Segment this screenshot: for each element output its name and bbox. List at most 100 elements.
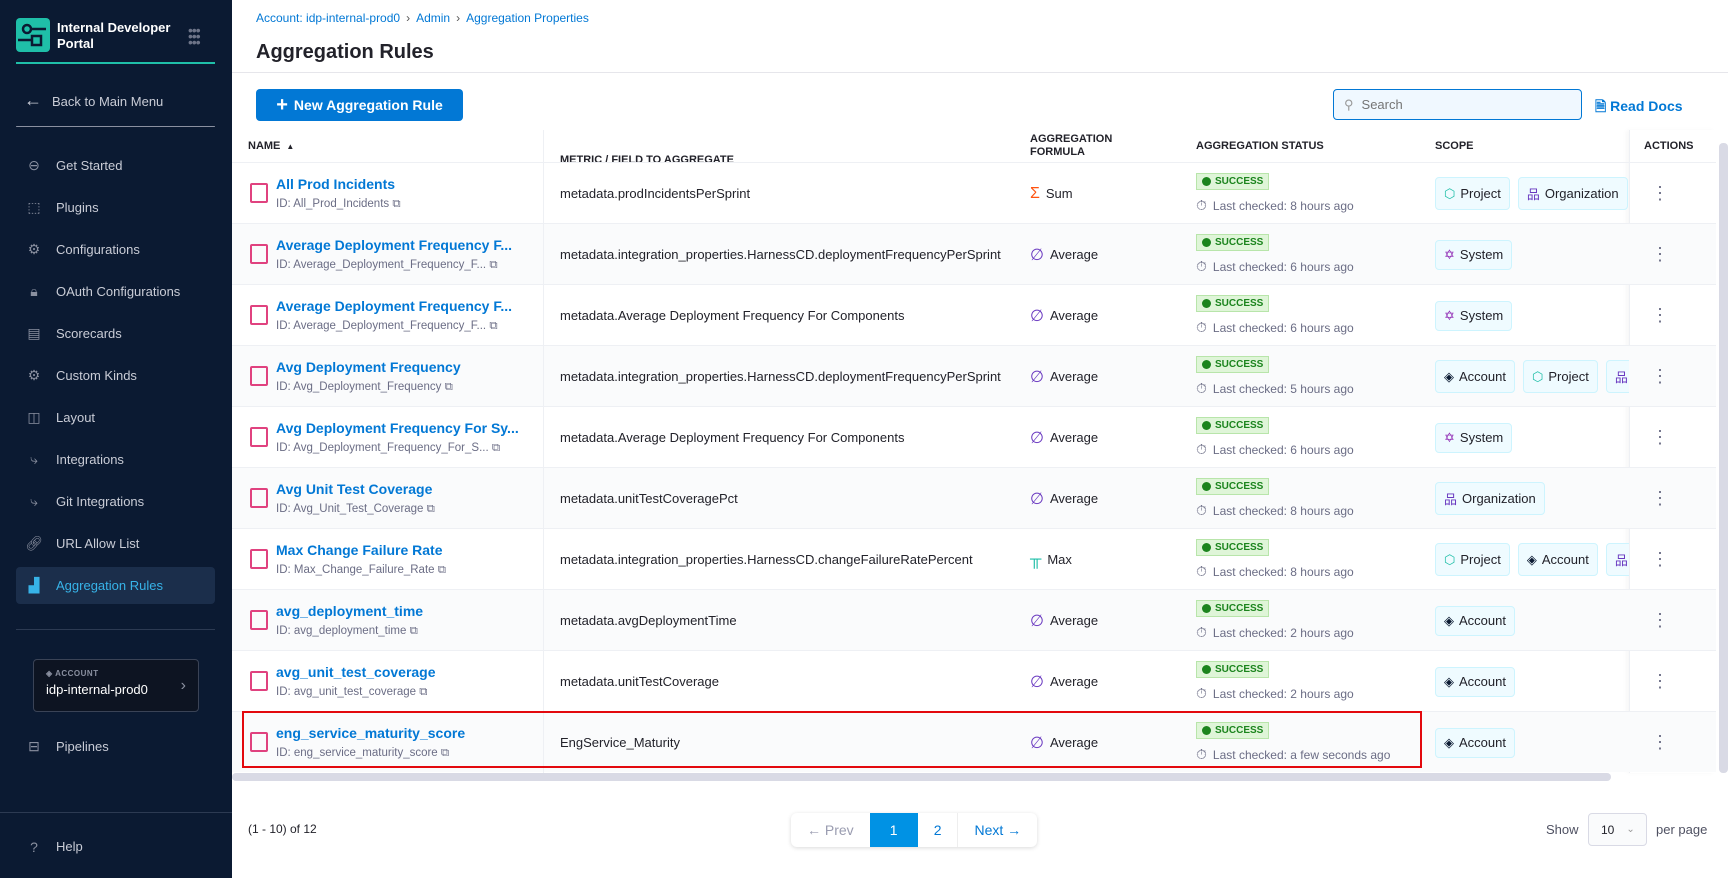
table-row[interactable]: avg_deployment_time ID: avg_deployment_ti… xyxy=(232,589,1716,651)
status-badge: SUCCESS xyxy=(1196,661,1270,678)
copy-icon[interactable]: ⧉ xyxy=(410,625,418,637)
rule-name-link[interactable]: Average Deployment Frequency F... xyxy=(276,237,536,253)
rule-name-link[interactable]: avg_unit_test_coverage xyxy=(276,664,536,680)
copy-icon[interactable]: ⧉ xyxy=(492,442,500,454)
more-actions-icon[interactable]: ⋮ xyxy=(1651,529,1669,590)
metric-field: metadata.unitTestCoverage xyxy=(560,674,719,689)
sidebar-item-configurations[interactable]: ⚙ Configurations xyxy=(16,231,215,268)
sidebar-item-layout[interactable]: ◫ Layout xyxy=(16,399,215,436)
prev-button[interactable]: ← Prev xyxy=(791,813,870,847)
page-1-button[interactable]: 1 xyxy=(869,813,918,847)
document-icon: 🗎 xyxy=(1595,98,1611,114)
more-actions-icon[interactable]: ⋮ xyxy=(1651,346,1669,407)
more-actions-icon[interactable]: ⋮ xyxy=(1651,407,1669,468)
rule-name-link[interactable]: Avg Deployment Frequency xyxy=(276,359,536,375)
copy-icon[interactable]: ⧉ xyxy=(438,564,446,576)
more-actions-icon[interactable]: ⋮ xyxy=(1651,468,1669,529)
more-actions-icon[interactable]: ⋮ xyxy=(1651,163,1669,224)
sidebar-item-aggregation-rules[interactable]: ▟ Aggregation Rules xyxy=(16,567,215,604)
sidebar-item-label: Scorecards xyxy=(56,326,122,341)
formula-label: Average xyxy=(1049,674,1099,689)
sidebar-item-plugins[interactable]: ⬚ Plugins xyxy=(16,189,215,226)
status-label: SUCCESS xyxy=(1215,481,1264,492)
search-input[interactable] xyxy=(1361,97,1562,112)
rule-id: ID: Max_Change_Failure_Rate xyxy=(276,564,435,576)
copy-icon[interactable]: ⧉ xyxy=(427,503,435,515)
back-to-main-menu[interactable]: ← Back to Main Menu xyxy=(24,90,163,111)
more-actions-icon[interactable]: ⋮ xyxy=(1651,651,1669,712)
pipelines-label: Pipelines xyxy=(56,739,109,754)
table-row[interactable]: avg_unit_test_coverage ID: avg_unit_test_… xyxy=(232,650,1716,712)
sidebar: Internal Developer Portal ••• ••• ••• ← Bac… xyxy=(0,0,232,878)
more-actions-icon[interactable]: ⋮ xyxy=(1651,285,1669,346)
status-label: SUCCESS xyxy=(1215,298,1264,309)
breadcrumb-admin[interactable]: Admin xyxy=(416,11,450,25)
app-switcher-icon[interactable]: ••• ••• ••• xyxy=(188,23,201,49)
more-actions-icon[interactable]: ⋮ xyxy=(1651,224,1669,285)
scorecard-icon: ▤ xyxy=(27,325,41,341)
scope-list: ⬡ Project 品 Organization xyxy=(1435,177,1629,210)
rule-id: ID: Average_Deployment_Frequency_F... xyxy=(276,259,487,271)
table-row[interactable]: Avg Deployment Frequency ID: Avg_Deployme… xyxy=(232,345,1716,407)
average-icon: ∅ xyxy=(1030,368,1044,386)
scope-label: Account xyxy=(1459,735,1506,750)
table-row[interactable]: Avg Unit Test Coverage ID: Avg_Unit_Test_… xyxy=(232,467,1716,529)
per-page-label: per page xyxy=(1656,822,1708,837)
new-aggregation-rule-button[interactable]: + New Aggregation Rule xyxy=(256,89,463,121)
copy-icon[interactable]: ⧉ xyxy=(445,381,453,393)
rule-name-link[interactable]: avg_deployment_time xyxy=(276,603,536,619)
layout-icon: ◫ xyxy=(27,409,41,425)
sidebar-item-integrations[interactable]: ⤷ Integrations xyxy=(16,441,215,478)
copy-icon[interactable]: ⧉ xyxy=(419,686,427,698)
read-docs-link[interactable]: 🗎 Read Docs xyxy=(1595,96,1683,120)
sidebar-item-pipelines[interactable]: ⊟ Pipelines xyxy=(16,728,215,765)
rule-id: ID: Avg_Deployment_Frequency_For_S... xyxy=(276,442,489,454)
scope-chip: ◈ Account xyxy=(1435,360,1515,393)
account-switcher[interactable]: ◈ ACCOUNT idp-internal-prod0 › xyxy=(33,659,199,712)
copy-icon[interactable]: ⧉ xyxy=(489,259,497,271)
aggregation-rule-icon xyxy=(250,366,268,386)
per-page-select[interactable]: 10 ⌄ xyxy=(1588,813,1647,846)
sidebar-item-custom-kinds[interactable]: ⚙ Custom Kinds xyxy=(16,357,215,394)
breadcrumb-account[interactable]: Account: idp-internal-prod0 xyxy=(256,11,400,25)
sidebar-item-oauth-configurations[interactable]: 🔒︎ OAuth Configurations xyxy=(16,273,215,310)
rule-name-link[interactable]: Average Deployment Frequency F... xyxy=(276,298,536,314)
next-button[interactable]: Next → xyxy=(958,813,1037,847)
header-name[interactable]: NAME ▲ xyxy=(248,130,294,162)
last-checked: Last checked: 8 hours ago xyxy=(1212,198,1354,213)
status-badge: SUCCESS xyxy=(1196,539,1270,556)
sidebar-item-label: OAuth Configurations xyxy=(56,284,181,299)
rule-name-link[interactable]: Avg Unit Test Coverage xyxy=(276,481,536,497)
metric-field: metadata.unitTestCoveragePct xyxy=(560,491,738,506)
rule-name-link[interactable]: Avg Deployment Frequency For Sy... xyxy=(276,420,536,436)
rule-name-link[interactable]: All Prod Incidents xyxy=(276,176,536,192)
table-row[interactable]: All Prod Incidents ID: All_Prod_Incidents… xyxy=(232,162,1716,224)
copy-icon[interactable]: ⧉ xyxy=(489,320,497,332)
breadcrumb-aggregation-properties[interactable]: Aggregation Properties xyxy=(466,11,589,25)
sidebar-item-get-started[interactable]: ⊖ Get Started xyxy=(16,147,215,184)
table-row[interactable]: Avg Deployment Frequency For Sy... ID: Av… xyxy=(232,406,1716,468)
rule-id: ID: Avg_Unit_Test_Coverage xyxy=(276,503,424,515)
sidebar-item-scorecards[interactable]: ▤ Scorecards xyxy=(16,315,215,352)
average-icon: ∅ xyxy=(1030,490,1044,508)
sidebar-item-git-integrations[interactable]: ⤷ Git Integrations xyxy=(16,483,215,520)
table-row[interactable]: Average Deployment Frequency F... ID: Ave… xyxy=(232,223,1716,285)
table-row[interactable]: Average Deployment Frequency F... ID: Ave… xyxy=(232,284,1716,346)
table-row[interactable]: Max Change Failure Rate ID: Max_Change_Fa… xyxy=(232,528,1716,590)
sidebar-item-url-allow-list[interactable]: 🔗︎ URL Allow List xyxy=(16,525,215,562)
more-actions-icon[interactable]: ⋮ xyxy=(1651,590,1669,651)
organization-icon: 品 xyxy=(1614,553,1628,568)
sidebar-item-help[interactable]: ? Help xyxy=(16,828,215,865)
status-label: SUCCESS xyxy=(1215,603,1264,614)
copy-icon[interactable]: ⧉ xyxy=(392,198,400,210)
scope-chip: 品Organization xyxy=(1517,177,1628,210)
page-2-button[interactable]: 2 xyxy=(918,813,959,847)
rule-name-link[interactable]: Max Change Failure Rate xyxy=(276,542,536,558)
more-actions-icon[interactable]: ⋮ xyxy=(1651,712,1669,773)
average-icon: ∅ xyxy=(1030,429,1044,447)
horizontal-scrollbar[interactable] xyxy=(232,773,1611,781)
vertical-scrollbar[interactable] xyxy=(1719,143,1728,773)
search-box[interactable]: ⚲ xyxy=(1333,89,1582,120)
scope-label: Account xyxy=(1459,674,1506,689)
scope-chip: 品Organization xyxy=(1605,543,1629,576)
